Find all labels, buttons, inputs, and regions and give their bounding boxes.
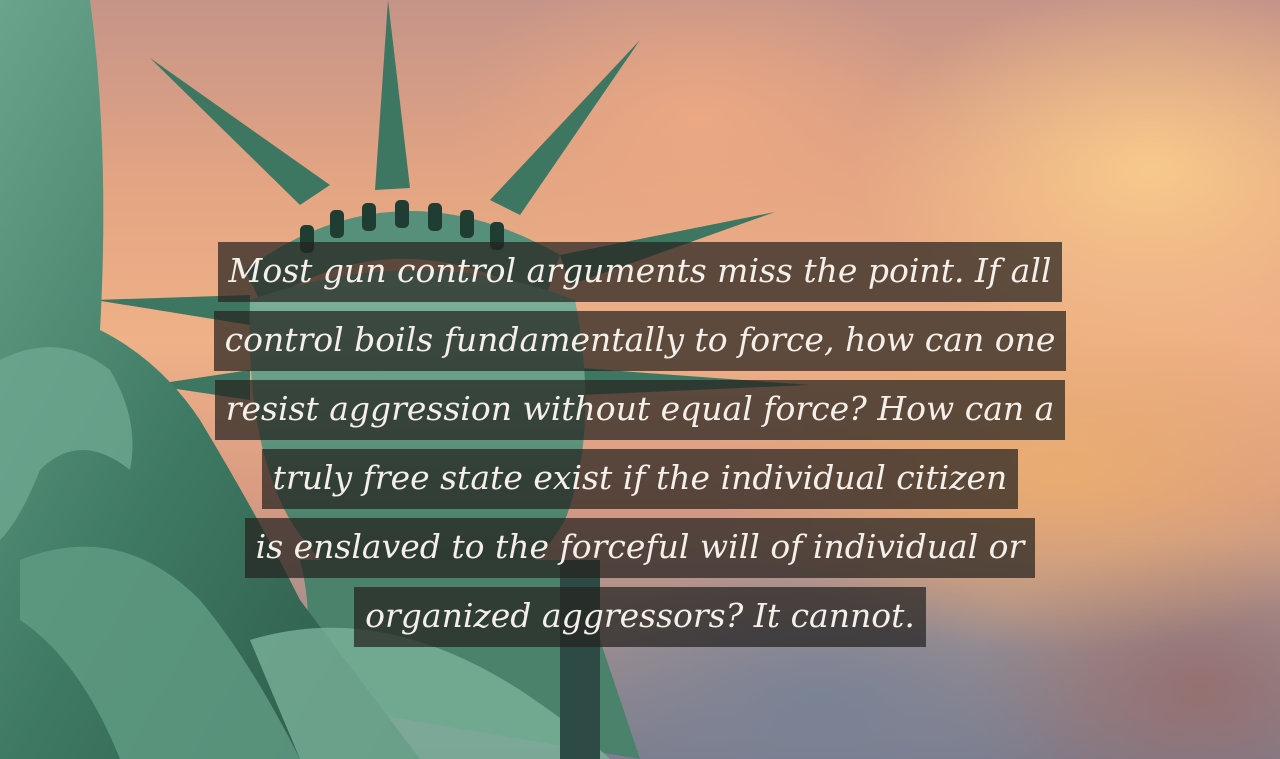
quote-line: is enslaved to the forceful will of indi… <box>244 518 1036 578</box>
crown-spike <box>490 40 640 215</box>
quote-line: resist aggression without equal force? H… <box>214 380 1066 440</box>
quote-line: Most gun control arguments miss the poin… <box>217 242 1063 302</box>
quote-line: control boils fundamentally to force, ho… <box>213 311 1067 371</box>
crown-spike <box>150 58 330 205</box>
quote-block: Most gun control arguments miss the poin… <box>0 242 1280 656</box>
quote-line: truly free state exist if the individual… <box>261 449 1019 509</box>
crown-spike <box>375 0 410 190</box>
quote-line: organized aggressors? It cannot. <box>354 587 926 647</box>
